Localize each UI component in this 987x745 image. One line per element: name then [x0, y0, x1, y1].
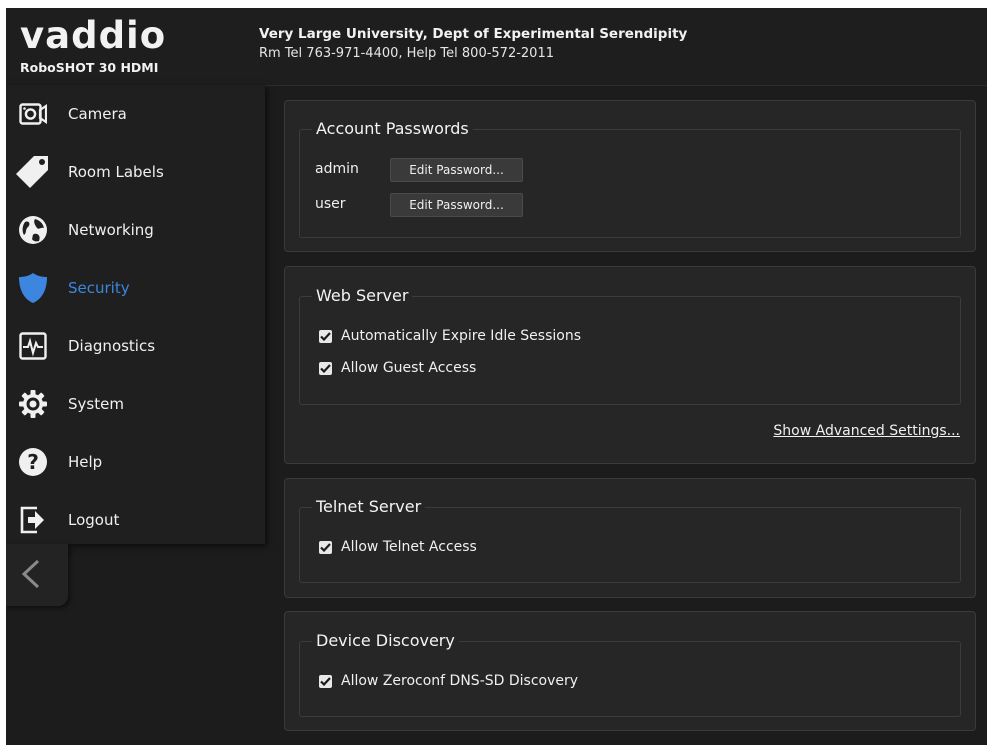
account-passwords-panel: Account Passwords admin Edit Password...… [284, 100, 976, 252]
checkbox-checked-icon [319, 361, 332, 375]
checkbox-label: Automatically Expire Idle Sessions [341, 328, 581, 344]
sidebar-item-label: Security [68, 279, 130, 297]
model-name: RoboSHOT 30 HDMI [20, 60, 159, 75]
checkbox-label: Allow Telnet Access [341, 539, 477, 555]
checkbox-label: Allow Guest Access [341, 360, 477, 376]
sidebar-item-label: Camera [68, 105, 127, 123]
sidebar-item-label: Networking [68, 221, 154, 239]
checkbox-checked-icon [319, 540, 332, 554]
sidebar-collapse-button[interactable] [6, 544, 68, 606]
allow-zeroconf-discovery-checkbox[interactable]: Allow Zeroconf DNS-SD Discovery [319, 673, 578, 689]
room-name: Very Large University, Dept of Experimen… [259, 26, 688, 42]
sidebar-item-label: Diagnostics [68, 337, 156, 355]
expire-idle-sessions-checkbox[interactable]: Automatically Expire Idle Sessions [319, 328, 581, 344]
sidebar-item-help[interactable]: ? Help [6, 433, 265, 491]
pulse-icon [14, 327, 52, 365]
sidebar-item-camera[interactable]: Camera [6, 85, 265, 143]
checkbox-label: Allow Zeroconf DNS-SD Discovery [341, 673, 579, 689]
edit-user-password-button[interactable]: Edit Password... [390, 193, 523, 217]
tag-icon [14, 153, 52, 191]
web-server-panel: Web Server Automatically Expire Idle Ses… [284, 266, 976, 464]
account-user-label: user [315, 196, 346, 212]
checkbox-checked-icon [319, 674, 332, 688]
question-icon: ? [14, 443, 52, 481]
sidebar-item-label: Help [68, 453, 103, 471]
account-passwords-title: Account Passwords [312, 119, 473, 138]
account-passwords-fieldset [299, 129, 961, 238]
shield-icon [14, 269, 52, 307]
sidebar-item-label: Room Labels [68, 163, 164, 181]
logout-icon [14, 501, 52, 539]
sidebar-item-room-labels[interactable]: Room Labels [6, 143, 265, 201]
sidebar-item-label: Logout [68, 511, 120, 529]
camera-icon [14, 95, 52, 133]
edit-admin-password-button[interactable]: Edit Password... [390, 158, 523, 182]
telnet-server-panel: Telnet Server Allow Telnet Access [284, 478, 976, 598]
globe-icon [14, 211, 52, 249]
phone-info: Rm Tel 763-971-4400, Help Tel 800-572-20… [259, 46, 554, 61]
allow-guest-access-checkbox[interactable]: Allow Guest Access [319, 360, 476, 376]
allow-telnet-access-checkbox[interactable]: Allow Telnet Access [319, 539, 477, 555]
checkbox-checked-icon [319, 329, 332, 343]
web-server-title: Web Server [312, 286, 413, 305]
sidebar-item-label: System [68, 395, 124, 413]
brand-logo: vaddio [20, 14, 167, 57]
svg-text:?: ? [27, 450, 39, 474]
header-bar: vaddio RoboSHOT 30 HDMI Very Large Unive… [6, 8, 987, 86]
sidebar-item-diagnostics[interactable]: Diagnostics [6, 317, 265, 375]
sidebar-item-networking[interactable]: Networking [6, 201, 265, 259]
telnet-server-title: Telnet Server [312, 497, 426, 516]
sidebar-nav: Camera Room Labels Networking Security D… [6, 85, 265, 544]
app-window: vaddio RoboSHOT 30 HDMI Very Large Unive… [6, 8, 987, 745]
sidebar-item-system[interactable]: System [6, 375, 265, 433]
web-server-fieldset [299, 296, 961, 405]
device-discovery-title: Device Discovery [312, 631, 459, 650]
gear-icon [14, 385, 52, 423]
sidebar-item-security[interactable]: Security [6, 259, 265, 317]
chevron-left-icon [21, 559, 40, 589]
sidebar-item-logout[interactable]: Logout [6, 491, 265, 549]
show-advanced-settings-link[interactable]: Show Advanced Settings... [773, 423, 960, 439]
account-user-label: admin [315, 161, 359, 177]
device-discovery-panel: Device Discovery Allow Zeroconf DNS-SD D… [284, 611, 976, 731]
